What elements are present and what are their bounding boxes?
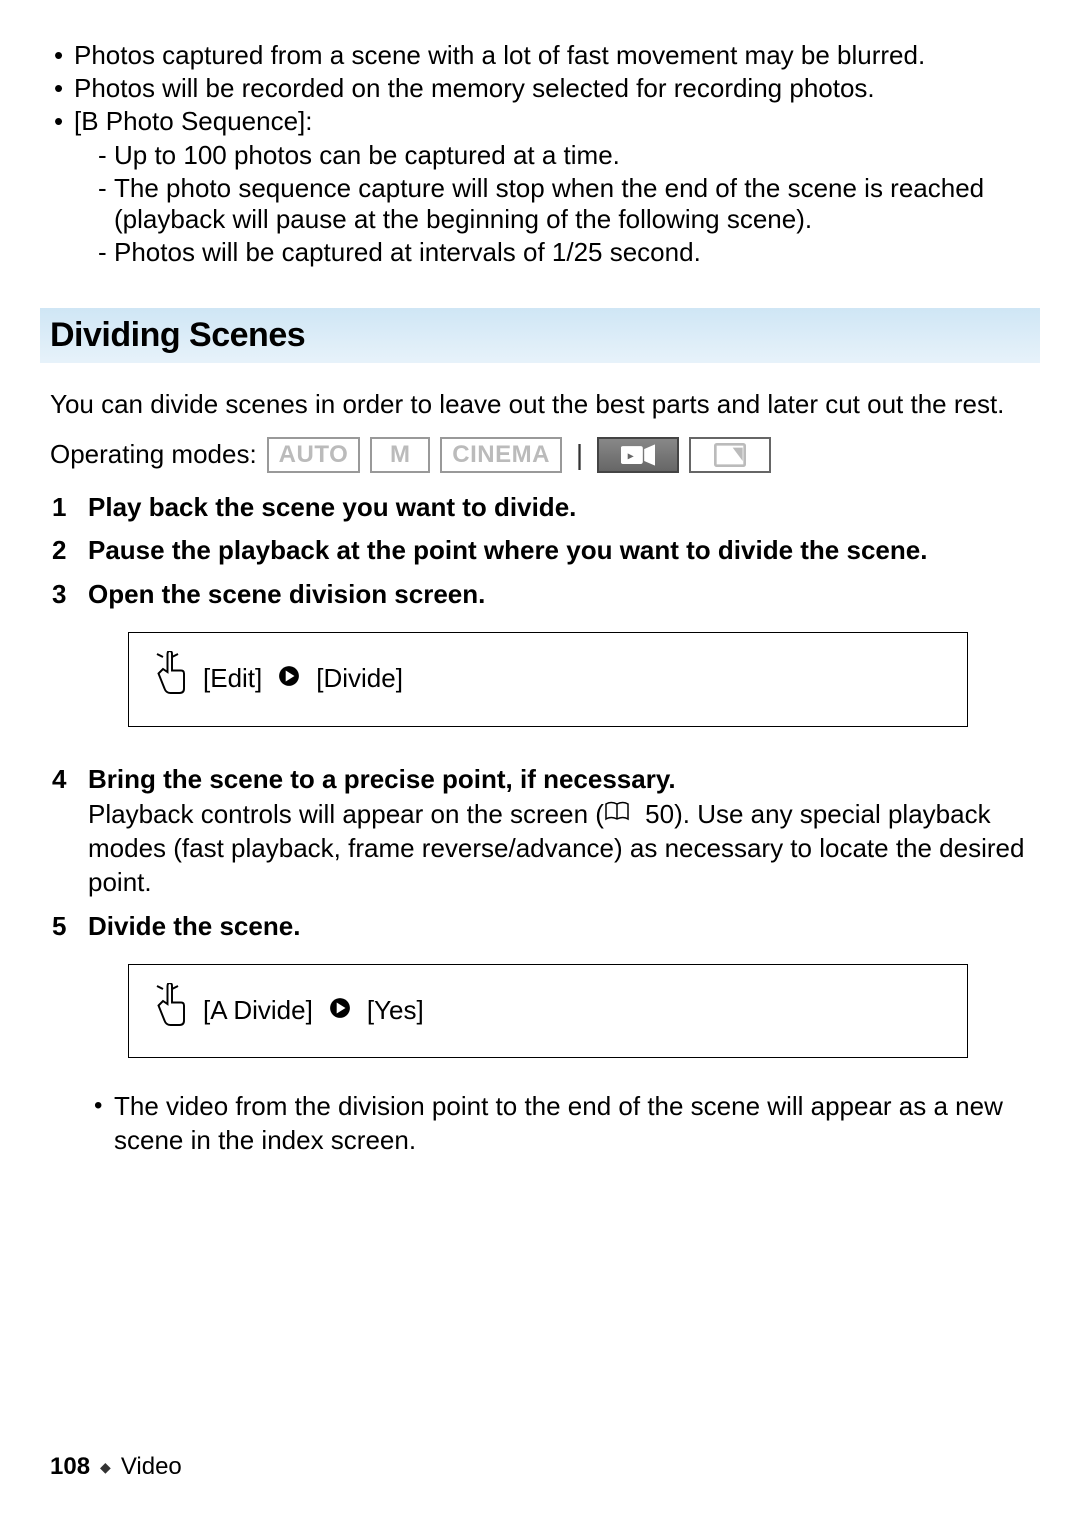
step-bullet-list: The video from the division point to the…: [88, 1090, 1030, 1158]
mode-separator-icon: |: [572, 439, 587, 471]
touch-step-label: [Yes]: [367, 994, 424, 1028]
step-item: Divide the scene. [A Divide] [Yes] The v…: [50, 910, 1030, 1158]
touch-sequence-box: [Edit] [Divide]: [128, 632, 968, 727]
section-heading: Dividing Scenes: [40, 308, 1040, 363]
sub-bullet-list: Up to 100 photos can be captured at a ti…: [74, 140, 1030, 269]
page-footer: 108 ◆ Video: [50, 1453, 182, 1481]
touch-step-label: [Edit]: [203, 662, 262, 696]
mode-cinema: CINEMA: [440, 437, 562, 473]
bullet-item: [B Photo Sequence]: Up to 100 photos can…: [50, 106, 1030, 268]
touch-finger-icon: [151, 651, 187, 708]
bullet-item: Photos captured from a scene with a lot …: [50, 40, 1030, 71]
step-item: Open the scene division screen. [Edit] […: [50, 578, 1030, 753]
arrow-right-icon: [278, 662, 300, 696]
section-intro: You can divide scenes in order to leave …: [50, 389, 1030, 420]
sub-bullet-item: Up to 100 photos can be captured at a ti…: [74, 140, 1030, 171]
step-title: Open the scene division screen.: [88, 579, 485, 609]
bullet-label: [B Photo Sequence]:: [74, 106, 313, 136]
step-body: Playback controls will appear on the scr…: [88, 798, 1030, 899]
mode-photo-playback-icon: [689, 437, 771, 473]
footer-page-number: 108: [50, 1453, 90, 1481]
touch-sequence-box: [A Divide] [Yes]: [128, 964, 968, 1059]
sub-bullet-item: Photos will be captured at intervals of …: [74, 237, 1030, 268]
steps-list: Play back the scene you want to divide. …: [50, 491, 1030, 1159]
touch-step-label: [Divide]: [316, 662, 403, 696]
step-body-text: Playback controls will appear on the scr…: [88, 799, 604, 829]
operating-modes-row: Operating modes: AUTO M CINEMA |: [50, 437, 1030, 473]
mode-movie-playback-icon: [597, 437, 679, 473]
footer-section-name: Video: [121, 1453, 182, 1481]
bullet-item: Photos will be recorded on the memory se…: [50, 73, 1030, 104]
top-bullet-list: Photos captured from a scene with a lot …: [50, 40, 1030, 268]
page-reference: 50: [604, 798, 674, 832]
manual-icon: [604, 798, 630, 832]
touch-step-label: [A Divide]: [203, 994, 313, 1028]
step-title: Play back the scene you want to divide.: [88, 492, 576, 522]
arrow-right-icon: [329, 994, 351, 1028]
step-bullet-item: The video from the division point to the…: [88, 1090, 1030, 1158]
step-title: Pause the playback at the point where yo…: [88, 535, 927, 565]
mode-m: M: [370, 437, 430, 473]
step-title: Divide the scene.: [88, 911, 300, 941]
footer-diamond-icon: ◆: [100, 1459, 111, 1476]
step-title: Bring the scene to a precise point, if n…: [88, 764, 676, 794]
mode-auto: AUTO: [267, 437, 361, 473]
step-item: Pause the playback at the point where yo…: [50, 534, 1030, 568]
step-item: Play back the scene you want to divide.: [50, 491, 1030, 525]
step-item: Bring the scene to a precise point, if n…: [50, 763, 1030, 900]
operating-modes-label: Operating modes:: [50, 439, 257, 470]
page-ref-number: 50: [645, 798, 674, 832]
sub-bullet-item: The photo sequence capture will stop whe…: [74, 173, 1030, 235]
touch-finger-icon: [151, 983, 187, 1040]
